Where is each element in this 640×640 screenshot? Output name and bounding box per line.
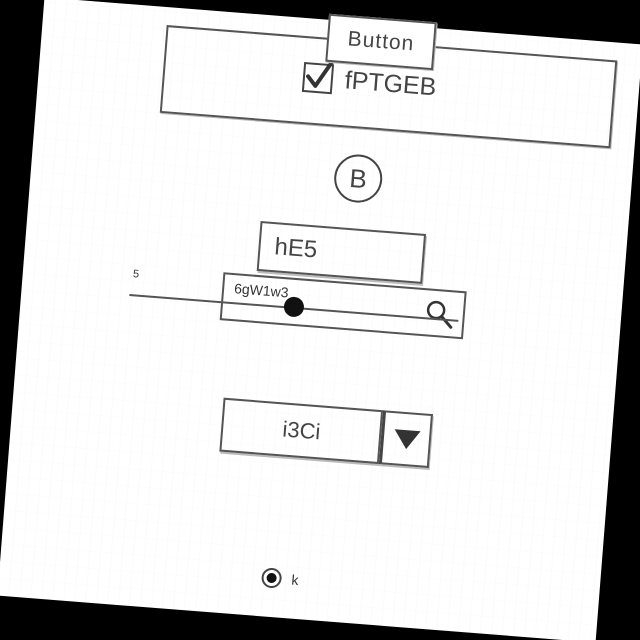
radio-label: k — [290, 571, 300, 589]
dropdown-selected-value[interactable]: i3Ci — [219, 397, 384, 465]
search-icon[interactable] — [422, 296, 459, 333]
top-button[interactable]: Button — [325, 13, 437, 71]
triangle-down-icon — [394, 429, 421, 450]
dropdown-toggle-button[interactable] — [379, 410, 433, 468]
radio-button[interactable] — [260, 567, 283, 589]
checkbox-label: fPTGEB — [343, 65, 438, 101]
dropdown[interactable]: i3Ci — [219, 397, 433, 472]
text-field[interactable]: hE5 — [256, 221, 427, 284]
slider-value-label: 5 — [132, 268, 140, 281]
mockup-canvas: fPTGEB Button B hE5 6gW1w3 5 i3Ci k — [0, 0, 640, 640]
screen: fPTGEB Button B hE5 6gW1w3 5 i3Ci k — [0, 0, 640, 640]
circle-button[interactable]: B — [332, 152, 385, 205]
checkbox-box[interactable] — [301, 56, 337, 95]
radio-option[interactable]: k — [260, 567, 300, 590]
search-input-value: 6gW1w3 — [233, 280, 290, 301]
radio-selected-dot — [266, 572, 277, 584]
